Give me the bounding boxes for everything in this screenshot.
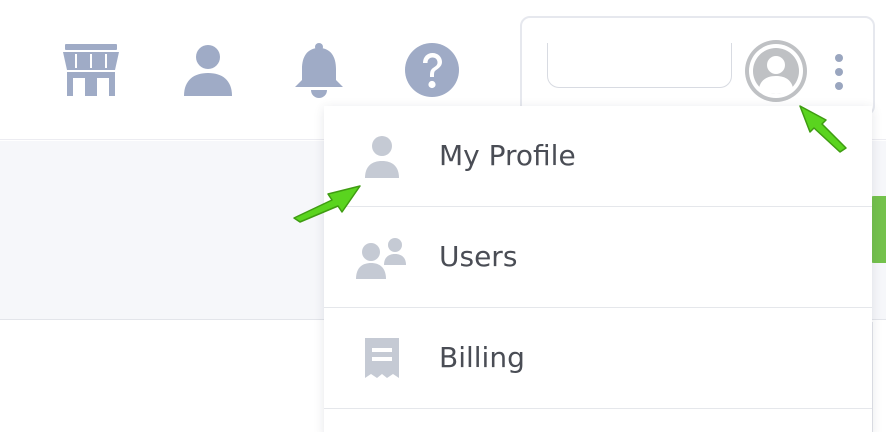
menu-item-users[interactable]: Users [324, 207, 872, 308]
annotation-arrow-icon [293, 185, 361, 223]
menu-item-billing[interactable]: Billing [324, 308, 872, 409]
avatar-person-icon [749, 44, 803, 98]
receipt-icon [354, 336, 410, 380]
users-icon [354, 235, 410, 279]
user-icon[interactable] [180, 42, 236, 98]
menu-item-label: Billing [439, 341, 525, 374]
menu-item-label: Users [439, 240, 518, 273]
more-options-icon[interactable] [830, 52, 848, 92]
user-icon [354, 134, 410, 178]
store-icon[interactable] [63, 42, 119, 98]
bell-icon[interactable] [291, 42, 347, 98]
help-icon[interactable] [404, 42, 460, 98]
menu-item-label: My Profile [439, 139, 576, 172]
avatar[interactable] [745, 40, 807, 102]
menu-item-my-profile[interactable]: My Profile [324, 106, 872, 207]
account-name-field[interactable] [547, 43, 732, 88]
side-panel-edge [872, 322, 886, 432]
account-dropdown-menu: My Profile Users Billing [324, 106, 872, 432]
annotation-arrow-icon [799, 105, 847, 153]
